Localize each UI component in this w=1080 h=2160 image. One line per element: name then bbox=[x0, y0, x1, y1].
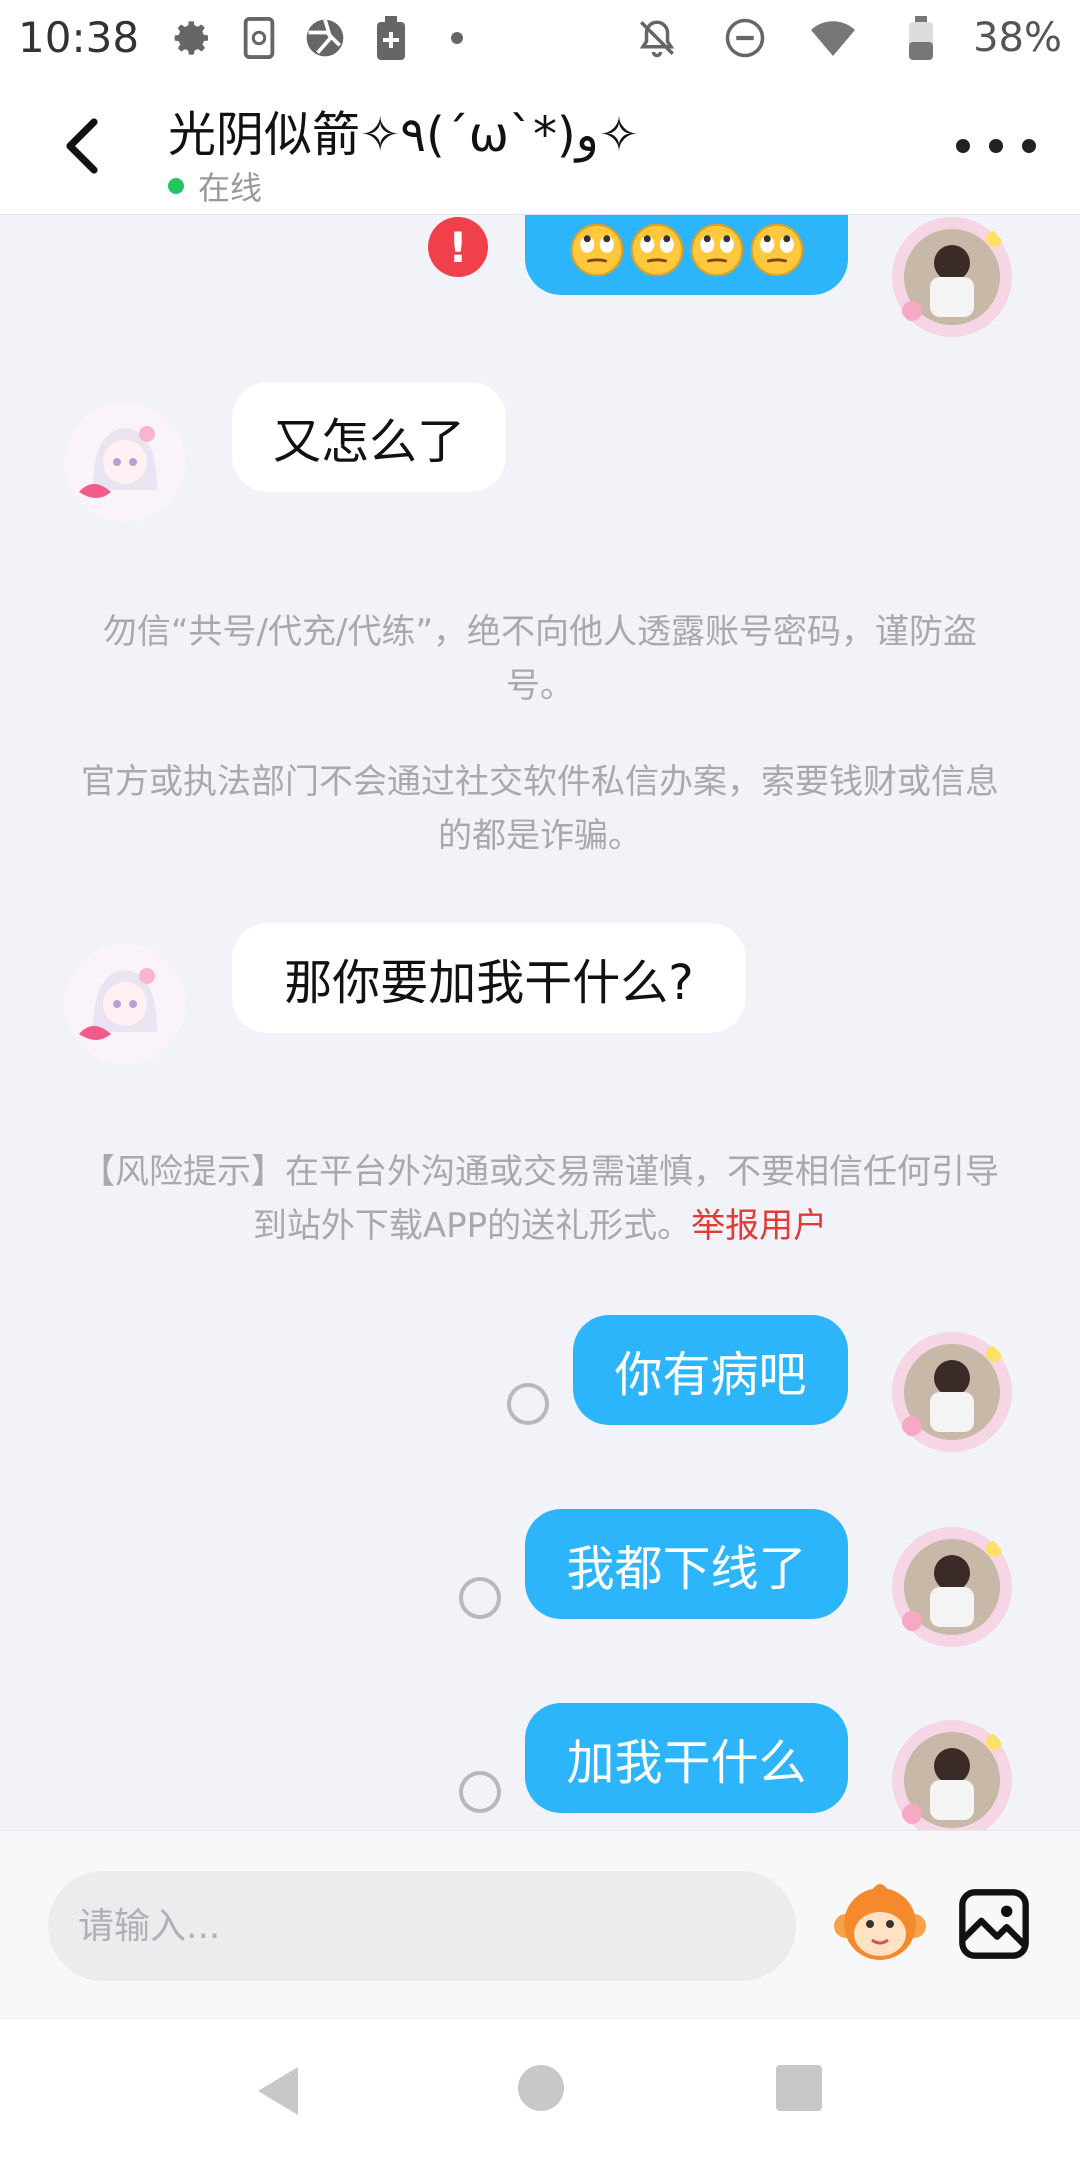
eye-roll-emoji-icon bbox=[750, 223, 803, 277]
nav-home-icon[interactable] bbox=[518, 2065, 564, 2111]
nav-recents-icon[interactable] bbox=[776, 2065, 822, 2111]
send-failed-icon[interactable]: ! bbox=[428, 217, 488, 277]
more-dot-icon bbox=[989, 139, 1003, 153]
composer-bar bbox=[0, 1830, 1080, 2018]
outgoing-message[interactable] bbox=[525, 215, 848, 295]
more-dot-icon bbox=[1022, 139, 1036, 153]
monkey-sticker-icon bbox=[834, 1884, 926, 1960]
sim-card-icon bbox=[235, 14, 283, 62]
incoming-message[interactable]: 又怎么了 bbox=[232, 382, 506, 492]
system-navigation-bar bbox=[0, 2018, 1080, 2160]
notification-dot-icon bbox=[433, 14, 481, 62]
my-avatar[interactable] bbox=[890, 1718, 1014, 1830]
read-status-icon bbox=[459, 1577, 501, 1619]
message-input[interactable] bbox=[48, 1871, 796, 1981]
chat-screen: 10:38 38% 光阴似箭✧٩(ˊωˋ*)و✧ 在线 ! 又怎么了 勿信“共号… bbox=[0, 0, 1080, 2160]
battery-percent: 38% bbox=[973, 14, 1062, 61]
chevron-left-icon bbox=[66, 118, 98, 174]
outgoing-message[interactable]: 你有病吧 bbox=[573, 1315, 848, 1425]
risk-notice-text: 【风险提示】在平台外沟通或交易需谨慎，不要相信任何引导到站外下载APP的送礼形式… bbox=[81, 1152, 999, 1246]
presence-status: 在线 bbox=[168, 163, 262, 209]
status-bar: 10:38 38% bbox=[0, 0, 1080, 75]
chat-header: 光阴似箭✧٩(ˊωˋ*)و✧ 在线 bbox=[0, 75, 1080, 215]
presence-label: 在线 bbox=[198, 169, 263, 207]
contact-avatar[interactable] bbox=[63, 942, 187, 1066]
eye-roll-emoji-icon bbox=[630, 223, 683, 277]
contact-avatar[interactable] bbox=[63, 400, 187, 524]
wifi-icon bbox=[809, 14, 857, 62]
eye-roll-emoji-icon bbox=[690, 223, 743, 277]
message-list[interactable]: ! 又怎么了 勿信“共号/代充/代练”，绝不向他人透露账号密码，谨防盗号。 官方… bbox=[0, 215, 1080, 1830]
my-avatar[interactable] bbox=[890, 1330, 1014, 1454]
my-avatar[interactable] bbox=[890, 1525, 1014, 1649]
risk-notice: 【风险提示】在平台外沟通或交易需谨慎，不要相信任何引导到站外下载APP的送礼形式… bbox=[80, 1145, 1000, 1253]
more-options-button[interactable] bbox=[956, 129, 1036, 163]
report-user-link[interactable]: 举报用户 bbox=[691, 1206, 827, 1246]
image-icon bbox=[959, 1889, 1029, 1959]
read-status-icon bbox=[507, 1383, 549, 1425]
gear-icon bbox=[169, 14, 217, 62]
eye-roll-emoji-icon bbox=[570, 223, 623, 277]
nav-back-icon[interactable] bbox=[254, 2065, 302, 2117]
incoming-message[interactable]: 那你要加我干什么? bbox=[232, 923, 746, 1033]
contact-name[interactable]: 光阴似箭✧٩(ˊωˋ*)و✧ bbox=[168, 95, 639, 165]
outgoing-message[interactable]: 我都下线了 bbox=[525, 1509, 848, 1619]
my-avatar[interactable] bbox=[890, 215, 1014, 339]
image-button[interactable] bbox=[956, 1886, 1032, 1962]
aperture-icon bbox=[301, 14, 349, 62]
fraud-notice: 官方或执法部门不会通过社交软件私信办案，索要钱财或信息的都是诈骗。 bbox=[81, 762, 999, 856]
emoji-row bbox=[569, 222, 805, 278]
notifications-off-icon bbox=[633, 14, 681, 62]
back-button[interactable] bbox=[52, 113, 112, 179]
online-dot-icon bbox=[168, 178, 184, 194]
more-dot-icon bbox=[956, 139, 970, 153]
battery-icon bbox=[897, 14, 945, 62]
sticker-button[interactable] bbox=[832, 1876, 928, 1972]
do-not-disturb-icon bbox=[721, 14, 769, 62]
outgoing-message[interactable]: 加我干什么 bbox=[525, 1703, 848, 1813]
status-time: 10:38 bbox=[18, 13, 140, 62]
read-status-icon bbox=[459, 1771, 501, 1813]
battery-saver-icon bbox=[367, 14, 415, 62]
security-notice: 勿信“共号/代充/代练”，绝不向他人透露账号密码，谨防盗号。 bbox=[102, 612, 978, 706]
